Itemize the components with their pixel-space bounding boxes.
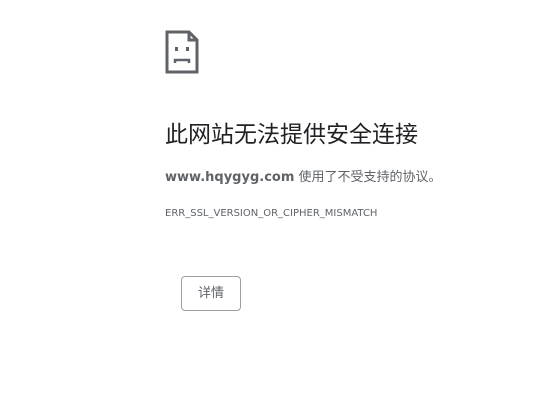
error-page: 此网站无法提供安全连接 www.hqygyg.com 使用了不受支持的协议。 E… — [0, 0, 555, 401]
sad-page-icon — [165, 30, 199, 74]
message-suffix: 使用了不受支持的协议。 — [294, 170, 442, 185]
details-button[interactable]: 详情 — [181, 276, 241, 311]
page-title: 此网站无法提供安全连接 — [165, 122, 418, 148]
error-message: www.hqygyg.com 使用了不受支持的协议。 — [165, 168, 442, 188]
host-name: www.hqygyg.com — [165, 170, 295, 185]
error-code: ERR_SSL_VERSION_OR_CIPHER_MISMATCH — [165, 208, 378, 219]
